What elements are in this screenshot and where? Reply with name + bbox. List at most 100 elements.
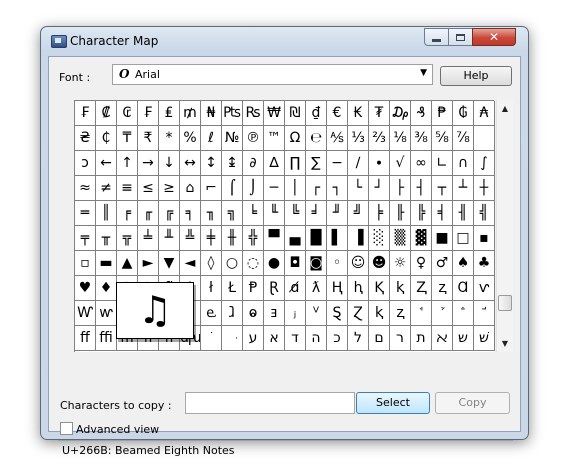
character-cell[interactable]: ⅓	[348, 126, 369, 151]
character-cell[interactable]: ♥	[75, 276, 96, 301]
character-cell[interactable]: ╦	[117, 226, 138, 251]
character-cell[interactable]: שׁ	[474, 326, 495, 351]
character-cell[interactable]: ₣	[138, 101, 159, 126]
character-cell[interactable]: Ȿ	[327, 301, 348, 326]
character-cell[interactable]: ♣	[474, 251, 495, 276]
character-cell[interactable]: ꜘ	[432, 301, 453, 326]
character-cell[interactable]: ┼	[474, 176, 495, 201]
character-cell[interactable]: ╝	[348, 201, 369, 226]
character-cell[interactable]	[474, 126, 495, 151]
character-cell[interactable]: ♂	[432, 251, 453, 276]
character-cell[interactable]: ₲	[453, 101, 474, 126]
character-cell[interactable]: Ɽ	[264, 276, 285, 301]
character-cell[interactable]: ת	[411, 326, 432, 351]
character-cell[interactable]: ║	[96, 201, 117, 226]
character-cell[interactable]: ◄	[180, 251, 201, 276]
character-cell[interactable]: ╔	[159, 201, 180, 226]
character-cell[interactable]: ⱸ	[201, 301, 222, 326]
font-dropdown[interactable]: O Arial ▼	[112, 64, 433, 85]
character-cell[interactable]: *	[159, 126, 180, 151]
character-cell[interactable]: ₴	[75, 126, 96, 151]
character-cell[interactable]: Ɑ	[453, 276, 474, 301]
character-cell[interactable]: א	[264, 326, 285, 351]
character-cell[interactable]: ₣	[75, 101, 96, 126]
character-cell[interactable]: ₹	[138, 126, 159, 151]
character-cell[interactable]: ⱬ	[432, 276, 453, 301]
character-cell[interactable]: כ	[327, 326, 348, 351]
character-cell[interactable]: ₭	[348, 101, 369, 126]
character-cell[interactable]: ↨	[222, 151, 243, 176]
character-cell[interactable]: ╗	[222, 201, 243, 226]
character-cell[interactable]: Ω	[285, 126, 306, 151]
character-cell[interactable]: ╞	[369, 201, 390, 226]
character-cell[interactable]: ɑ̸	[285, 276, 306, 301]
character-cell[interactable]: ⅍	[327, 126, 348, 151]
character-cell[interactable]: ﬡ	[432, 326, 453, 351]
character-cell[interactable]: ₳	[474, 101, 495, 126]
character-cell[interactable]: ╨	[159, 226, 180, 251]
character-cell[interactable]: ⱪ	[369, 301, 390, 326]
character-cell[interactable]: ╣	[474, 201, 495, 226]
character-cell[interactable]: ℮	[306, 126, 327, 151]
character-cell[interactable]: ł	[201, 276, 222, 301]
character-cell[interactable]: ■	[432, 226, 453, 251]
character-cell[interactable]: ☻	[369, 251, 390, 276]
character-cell[interactable]: ₱	[432, 101, 453, 126]
character-cell[interactable]: ♀	[411, 251, 432, 276]
character-cell[interactable]: ⅞	[453, 126, 474, 151]
character-cell[interactable]: ▲	[117, 251, 138, 276]
character-cell[interactable]: ≤	[138, 176, 159, 201]
character-cell[interactable]: ↕	[201, 151, 222, 176]
character-cell[interactable]: ∩	[453, 151, 474, 176]
character-cell[interactable]: ₧	[222, 101, 243, 126]
character-cell[interactable]: ≡	[117, 176, 138, 201]
character-cell[interactable]: ╙	[264, 201, 285, 226]
character-cell[interactable]: ℓ	[201, 126, 222, 151]
character-cell[interactable]: Ɀ	[348, 301, 369, 326]
character-cell[interactable]: %	[180, 126, 201, 151]
character-cell[interactable]: ▀	[264, 226, 285, 251]
character-cell[interactable]: ↑	[117, 151, 138, 176]
character-cell[interactable]: ₫	[306, 101, 327, 126]
character-cell[interactable]: ▒	[390, 226, 411, 251]
character-cell[interactable]: ↄ	[75, 151, 96, 176]
character-cell[interactable]: ⱨ	[348, 276, 369, 301]
character-cell[interactable]: ●	[264, 251, 285, 276]
character-cell[interactable]: ╥	[96, 226, 117, 251]
help-button[interactable]: Help	[440, 66, 512, 86]
character-cell[interactable]: ♠	[453, 251, 474, 276]
character-cell[interactable]: ►	[138, 251, 159, 276]
character-cell[interactable]: ₤	[159, 101, 180, 126]
character-cell[interactable]: ₥	[180, 101, 201, 126]
character-cell[interactable]: ⱹ	[222, 301, 243, 326]
character-cell[interactable]: ◌	[243, 251, 264, 276]
character-cell[interactable]: ₦	[201, 101, 222, 126]
character-cell[interactable]: ▪	[474, 226, 495, 251]
character-cell[interactable]: ⅜	[411, 126, 432, 151]
character-cell[interactable]: ש	[453, 326, 474, 351]
character-cell[interactable]: ╪	[201, 226, 222, 251]
character-cell[interactable]: ∟	[432, 151, 453, 176]
character-cell[interactable]: ╠	[411, 201, 432, 226]
character-cell[interactable]: ↓	[159, 151, 180, 176]
character-cell[interactable]: ╒	[117, 201, 138, 226]
character-cell[interactable]: ┴	[453, 176, 474, 201]
character-cell[interactable]: ◦	[327, 251, 348, 276]
characters-to-copy-input[interactable]	[185, 392, 355, 414]
character-cell[interactable]: ⱬ	[390, 301, 411, 326]
character-cell[interactable]: ∆	[264, 151, 285, 176]
minimize-button[interactable]	[424, 28, 449, 46]
character-cell[interactable]: ≈	[75, 176, 96, 201]
character-cell[interactable]: ☼	[390, 251, 411, 276]
character-cell[interactable]: Ł	[222, 276, 243, 301]
advanced-view-checkbox[interactable]	[60, 422, 73, 435]
character-cell[interactable]: ▓	[411, 226, 432, 251]
character-cell[interactable]: ◘	[285, 251, 306, 276]
close-button[interactable]: ✕	[472, 28, 516, 46]
vertical-scrollbar[interactable]: ▲ ▼	[496, 100, 513, 352]
character-cell[interactable]: ₡	[96, 101, 117, 126]
character-cell[interactable]: ⱳ	[96, 301, 117, 326]
character-cell[interactable]: €	[327, 101, 348, 126]
copy-button[interactable]: Copy	[435, 392, 510, 414]
character-cell[interactable]: ℗	[243, 126, 264, 151]
